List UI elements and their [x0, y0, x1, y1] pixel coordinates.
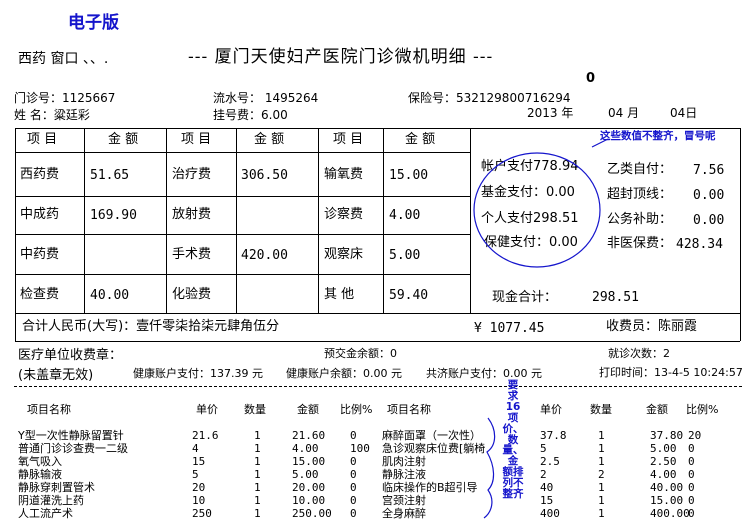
side-note-fragment: 数量、	[502, 433, 524, 457]
annotation-brace	[483, 417, 496, 519]
side-note-fragment: 项	[507, 411, 519, 424]
annotation-top-note: 这些数值不整齐，冒号呢	[600, 130, 716, 142]
annotation-side-note: 要求 16 项价、 数量、金额排 列不 整齐	[498, 380, 528, 500]
annotation-layer	[473, 138, 609, 519]
annotation-circle	[473, 152, 601, 268]
side-note-fragment: 价、	[502, 422, 524, 435]
side-note-fragment: 整齐	[502, 488, 524, 501]
